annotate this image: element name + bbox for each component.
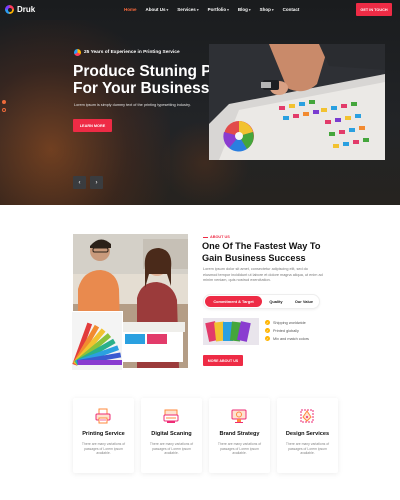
nav-item-portfolio[interactable]: Portfolio ▾ bbox=[208, 7, 229, 12]
chevron-down-icon: ▾ bbox=[166, 7, 169, 12]
list-item-label: Printed globally bbox=[273, 328, 299, 333]
chevron-down-icon: ▾ bbox=[248, 7, 251, 12]
service-card-desc: There are many variations of passages of… bbox=[217, 442, 262, 456]
nav-item-blog[interactable]: Blog ▾ bbox=[238, 7, 251, 12]
color-swatch-photo bbox=[71, 311, 123, 371]
tab-commitment-target[interactable]: Commitment & Target bbox=[205, 296, 262, 307]
nav-item-label: Shop bbox=[259, 7, 271, 12]
service-card-desc: There are many variations of passages of… bbox=[149, 442, 194, 456]
nav-item-about-us[interactable]: About Us ▾ bbox=[146, 7, 169, 12]
scanner-icon bbox=[163, 409, 179, 423]
nav-item-services[interactable]: Services ▾ bbox=[177, 7, 198, 12]
list-item: ✓ Printed globally bbox=[265, 328, 309, 333]
more-about-us-button[interactable]: MORE ABOUT US bbox=[203, 355, 243, 366]
check-icon: ✓ bbox=[265, 320, 270, 325]
feature-list: ✓ Shipping worldwide ✓ Printed globally ✓ M… bbox=[265, 320, 309, 341]
service-card-scanning[interactable]: Digital Scaning There are many variation… bbox=[141, 398, 202, 473]
learn-more-button[interactable]: LEARN MORE bbox=[73, 119, 112, 132]
swatches-illustration bbox=[203, 318, 259, 345]
nav-item-shop[interactable]: Shop ▾ bbox=[260, 7, 274, 12]
badge-icon bbox=[74, 49, 81, 56]
experience-badge: 25 Years of Experience in Printing Servi… bbox=[74, 49, 180, 56]
service-card-brand-strategy[interactable]: Brand Strategy There are many variations… bbox=[209, 398, 270, 473]
list-item-label: Mix and match colors bbox=[273, 336, 309, 341]
chevron-down-icon: ▾ bbox=[271, 7, 274, 12]
slider-pagination bbox=[2, 100, 6, 112]
service-card-title: Digital Scaning bbox=[151, 431, 192, 437]
about-description: Lorem ipsum dolor sit amet, consectetur … bbox=[203, 267, 323, 282]
about-title-line-1: One Of The Fastest Way To bbox=[202, 241, 321, 251]
get-in-touch-button[interactable]: GET IN TOUCH bbox=[356, 3, 392, 16]
color-fan-illustration bbox=[72, 312, 122, 370]
hero-section: Druk Home About Us ▾ Services ▾ Portfolio ▾… bbox=[0, 0, 400, 205]
service-card-title: Printing Service bbox=[82, 431, 125, 437]
badge-text: 25 Years of Experience in Printing Servi… bbox=[84, 50, 180, 55]
nav-item-label: Blog bbox=[237, 7, 248, 12]
chevron-down-icon: ▾ bbox=[196, 7, 199, 12]
service-card-printing[interactable]: Printing Service There are many variatio… bbox=[73, 398, 134, 473]
about-tabs: Commitment & Target Quality Our Value bbox=[203, 294, 320, 309]
tab-quality[interactable]: Quality bbox=[262, 296, 290, 307]
service-card-title: Brand Strategy bbox=[219, 431, 260, 437]
nav-item-label: Home bbox=[124, 7, 137, 12]
logo[interactable]: Druk bbox=[5, 5, 35, 14]
hero-description: Lorem ipsum is simply dummy text of the … bbox=[74, 103, 191, 107]
tab-our-value[interactable]: Our Value bbox=[290, 296, 318, 307]
page: Druk Home About Us ▾ Services ▾ Portfolio ▾… bbox=[0, 0, 400, 500]
slider-dot[interactable] bbox=[2, 108, 6, 112]
about-title: One Of The Fastest Way To Gain Business … bbox=[202, 241, 332, 264]
check-icon: ✓ bbox=[265, 336, 270, 341]
about-title-line-2: Gain Business Success bbox=[202, 252, 306, 263]
services-section: Printing Service There are many variatio… bbox=[73, 398, 338, 473]
monitor-icon bbox=[231, 409, 247, 423]
pen-tool-icon bbox=[300, 409, 314, 423]
service-card-desc: There are many variations of passages of… bbox=[81, 442, 126, 456]
nav-item-label: Services bbox=[177, 7, 196, 12]
hero-image bbox=[209, 44, 385, 160]
about-section-label: ABOUT US bbox=[203, 235, 230, 239]
service-card-desc: There are many variations of passages of… bbox=[285, 442, 330, 456]
printer-icon bbox=[95, 408, 111, 424]
prev-arrow-button[interactable]: ‹ bbox=[73, 176, 86, 189]
main-nav: Druk Home About Us ▾ Services ▾ Portfolio ▾… bbox=[0, 0, 400, 20]
logo-text: Druk bbox=[17, 5, 36, 14]
list-item-label: Shipping worldwide bbox=[273, 320, 306, 325]
check-icon: ✓ bbox=[265, 328, 270, 333]
slider-dot-active[interactable] bbox=[2, 100, 6, 104]
hero-title-line-2: For Your Business. bbox=[73, 80, 214, 97]
nav-item-label: Contact bbox=[282, 7, 300, 12]
nav-item-home[interactable]: Home bbox=[124, 7, 137, 12]
slider-arrows: ‹ › bbox=[73, 176, 103, 189]
service-card-title: Design Services bbox=[285, 431, 330, 437]
service-card-design[interactable]: Design Services There are many variation… bbox=[277, 398, 338, 473]
next-arrow-button[interactable]: › bbox=[90, 176, 103, 189]
nav-menu: Home About Us ▾ Services ▾ Portfolio ▾ Blog… bbox=[124, 7, 299, 12]
list-item: ✓ Shipping worldwide bbox=[265, 320, 309, 325]
nav-item-label: About Us bbox=[145, 7, 166, 12]
tab-content-image bbox=[203, 318, 259, 345]
nav-item-label: Portfolio bbox=[207, 7, 227, 12]
nav-item-contact[interactable]: Contact bbox=[283, 7, 300, 12]
chevron-down-icon: ▾ bbox=[227, 7, 229, 12]
list-item: ✓ Mix and match colors bbox=[265, 336, 309, 341]
logo-icon bbox=[5, 5, 14, 14]
printing-press-illustration bbox=[209, 44, 385, 160]
